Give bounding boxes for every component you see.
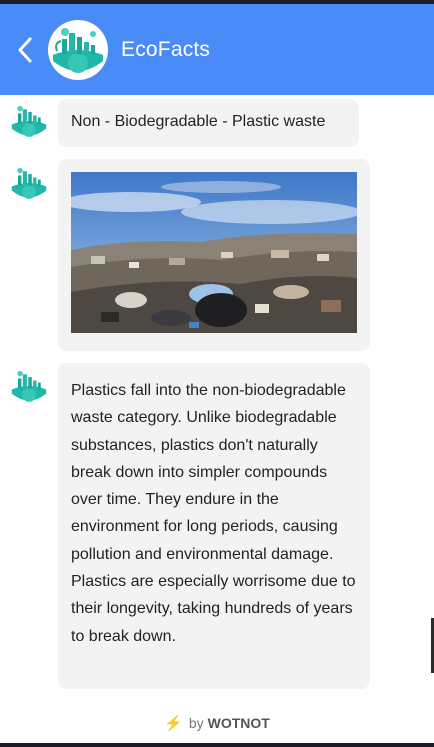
chat-title: EcoFacts bbox=[121, 37, 211, 61]
landfill-image bbox=[71, 172, 357, 333]
eco-logo-icon bbox=[11, 105, 47, 137]
chat-messages[interactable]: Non - Biodegradable - Plastic waste Plas… bbox=[0, 95, 434, 705]
landfill-photo[interactable] bbox=[71, 172, 357, 333]
message-text: Plastics fall into the non-biodegradable… bbox=[71, 382, 356, 645]
powered-by-footer[interactable]: ⚡ by WOTNOT bbox=[0, 713, 434, 733]
bot-avatar bbox=[9, 366, 49, 406]
footer-prefix: by bbox=[188, 715, 204, 731]
chat-header: EcoFacts bbox=[0, 4, 434, 95]
bot-avatar bbox=[9, 163, 49, 203]
back-button[interactable] bbox=[8, 30, 42, 70]
image-message-bubble[interactable] bbox=[58, 159, 370, 351]
lightning-bolt-icon: ⚡ bbox=[164, 715, 183, 732]
message-bubble: Plastics fall into the non-biodegradable… bbox=[58, 363, 370, 689]
message-bubble: Non - Biodegradable - Plastic waste bbox=[58, 99, 359, 147]
footer-brand[interactable]: WOTNOT bbox=[208, 715, 270, 731]
message-text: Non - Biodegradable - Plastic waste bbox=[71, 113, 326, 130]
bot-avatar bbox=[9, 101, 49, 141]
bot-avatar-large bbox=[48, 19, 108, 80]
chevron-left-icon bbox=[18, 37, 32, 62]
eco-logo-icon bbox=[51, 22, 105, 77]
eco-logo-icon bbox=[11, 167, 47, 199]
bottom-border bbox=[0, 743, 434, 747]
eco-logo-icon bbox=[11, 370, 47, 402]
